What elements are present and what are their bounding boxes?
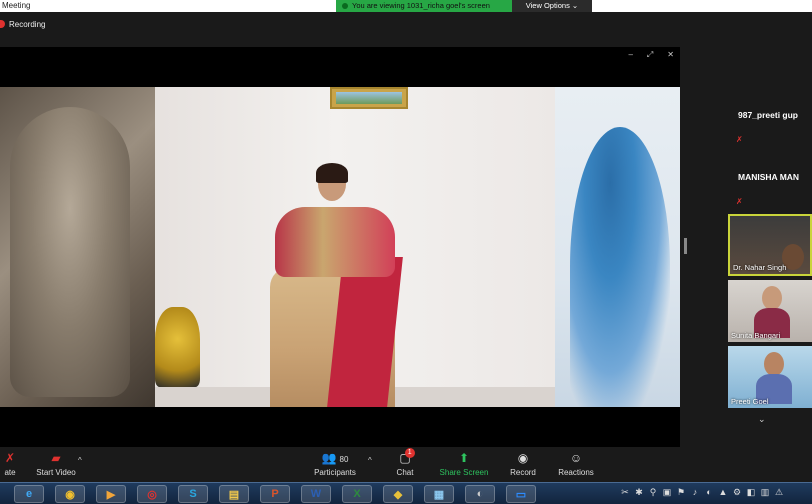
mic-muted-icon: ✗ (4, 451, 16, 465)
participant-tile[interactable]: 987_preeti gup ✗ (730, 90, 812, 146)
system-tray: ✂ ✱ ⚲ ▣ ⚑ ♪ ◐ ▲ ⚙ ◧ ▥ ⚠ (620, 486, 784, 498)
skype-icon[interactable]: S (178, 485, 208, 503)
reactions-label: Reactions (558, 468, 594, 477)
mic-muted-icon: ✗ (736, 197, 743, 206)
share-banner-text: You are viewing 1031_richa goel's screen (352, 1, 490, 10)
tray-icon[interactable]: ▣ (662, 486, 672, 498)
tray-icon[interactable]: ✱ (634, 486, 644, 498)
participant-face (762, 286, 782, 310)
share-screen-icon: ⬆ (458, 451, 470, 465)
tray-icon[interactable]: ⚙ (732, 486, 742, 498)
statue-image (10, 107, 130, 397)
share-screen-button[interactable]: ⬆ Share Screen (438, 450, 490, 477)
zoom-meeting-window: Meeting You are viewing 1031_richa goel'… (0, 0, 812, 504)
tray-icon[interactable]: ◧ (746, 486, 756, 498)
mic-muted-icon: ✗ (736, 135, 743, 144)
reactions-icon: ☺ (569, 451, 583, 465)
excel-icon[interactable]: X (342, 485, 372, 503)
participant-name: Sunita Bangari (731, 331, 781, 340)
start-video-button[interactable]: ▰ Start Video (30, 450, 82, 477)
powerpoint-icon[interactable]: P (260, 485, 290, 503)
meeting-toolbar: ✗ ate ▰ Start Video ^ 👥 80 Participants ^… (0, 448, 812, 482)
tray-icon[interactable]: ▲ (718, 486, 728, 498)
record-dot-icon (0, 20, 5, 28)
shared-screen-window[interactable]: – ⤢ ✕ (0, 47, 680, 447)
share-status-icon (342, 3, 348, 9)
app-title: Meeting (2, 1, 31, 10)
participant-face (764, 352, 784, 376)
shared-window-controls: – ⤢ ✕ (628, 49, 674, 61)
panel-resize-handle[interactable] (684, 238, 687, 254)
participant-name: Dr. Nahar Singh (733, 263, 787, 272)
participant-tile[interactable]: MANISHA MAN ✗ (730, 152, 812, 208)
dancer-blouse (275, 207, 395, 277)
tool-icon[interactable]: ◆ (383, 485, 413, 503)
photos-icon[interactable]: ▦ (424, 485, 454, 503)
tray-icon[interactable]: ⚠ (774, 486, 784, 498)
start-button[interactable] (0, 485, 10, 503)
participants-icon: 👥 80 (321, 451, 349, 465)
screen-share-banner: You are viewing 1031_richa goel's screen (336, 0, 512, 12)
tray-icon[interactable]: ▥ (760, 486, 770, 498)
chat-label: Chat (396, 468, 414, 477)
video-off-icon: ▰ (51, 451, 61, 465)
recording-indicator[interactable]: Recording (0, 19, 45, 31)
participants-count: 80 (339, 455, 349, 464)
dancer-hair (316, 163, 348, 183)
tray-icon[interactable]: ✂ (620, 486, 630, 498)
reactions-button[interactable]: ☺ Reactions (556, 450, 596, 477)
opera-icon[interactable]: ◎ (137, 485, 167, 503)
close-icon[interactable]: ✕ (667, 49, 674, 61)
participant-video-tile[interactable]: Preeti Goel (728, 346, 812, 408)
participants-gallery: 987_preeti gup ✗ MANISHA MAN ✗ Dr. Nahar… (724, 90, 812, 430)
video-options-caret-icon[interactable]: ^ (78, 456, 82, 465)
record-icon: ◉ (517, 451, 529, 465)
internet-explorer-icon[interactable]: e (14, 485, 44, 503)
participant-name: MANISHA MAN (738, 172, 800, 182)
share-screen-label: Share Screen (439, 468, 489, 477)
participant-video-tile[interactable]: Dr. Nahar Singh (728, 214, 812, 276)
recording-label: Recording (9, 20, 46, 29)
start-video-label: Start Video (36, 468, 76, 477)
chat-icon: ▢ 1 (399, 448, 415, 466)
media-player-icon[interactable]: ▶ (96, 485, 126, 503)
tray-icon[interactable]: ◐ (704, 486, 714, 498)
mute-label: ate (4, 468, 16, 477)
word-icon[interactable]: W (301, 485, 331, 503)
mute-button[interactable]: ✗ ate (0, 450, 20, 477)
media-icon[interactable]: ◐ (465, 485, 495, 503)
shared-video-frame (0, 87, 680, 407)
participant-name: Preeti Goel (731, 397, 769, 406)
tray-icon[interactable]: ♪ (690, 486, 700, 498)
chat-unread-badge: 1 (404, 448, 415, 458)
minimize-icon[interactable]: – (628, 49, 632, 61)
participant-video-tile[interactable]: Sunita Bangari (728, 280, 812, 342)
tray-icon[interactable]: ⚑ (676, 486, 686, 498)
chat-button[interactable]: ▢ 1 Chat (392, 448, 418, 477)
view-options-button[interactable]: View Options ⌄ (512, 0, 592, 12)
idol-image (155, 307, 200, 387)
gallery-scroll-down-icon[interactable]: ⌄ (758, 414, 766, 425)
chrome-icon[interactable]: ◉ (55, 485, 85, 503)
record-button[interactable]: ◉ Record (508, 450, 538, 477)
wall-painting (330, 87, 408, 109)
peacock-image (570, 127, 670, 407)
chevron-down-icon: ⌄ (571, 1, 579, 10)
zoom-icon[interactable]: ▭ (506, 485, 536, 503)
file-explorer-icon[interactable]: ▤ (219, 485, 249, 503)
participants-options-caret-icon[interactable]: ^ (368, 456, 372, 465)
maximize-icon[interactable]: ⤢ (647, 49, 653, 61)
view-options-label: View Options (525, 1, 570, 10)
record-label: Record (510, 468, 536, 477)
participant-name: 987_preeti gup (738, 110, 798, 120)
dancer-figure (240, 163, 410, 407)
participants-label: Participants (314, 468, 356, 477)
participants-button[interactable]: 👥 80 Participants (312, 450, 358, 477)
tray-icon[interactable]: ⚲ (648, 486, 658, 498)
